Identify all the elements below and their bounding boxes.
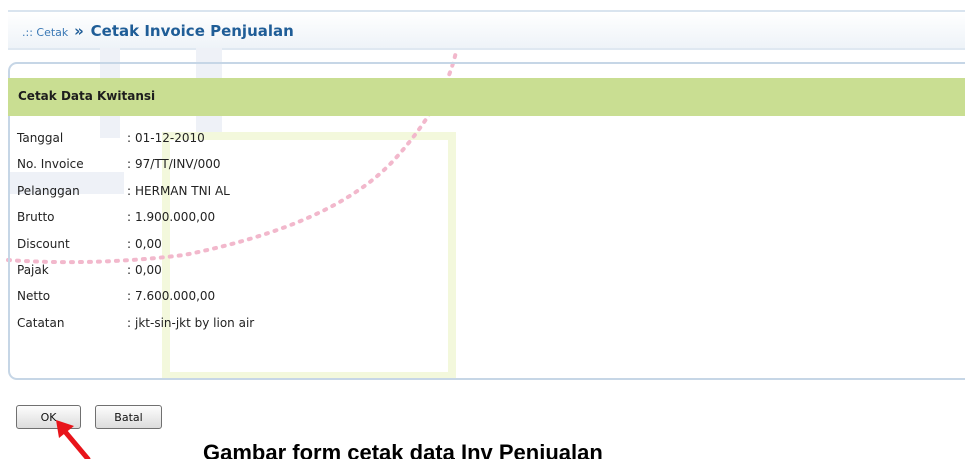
field-value: HERMAN TNI AL (135, 183, 230, 198)
field-value: 7.600.000,00 (135, 289, 216, 304)
field-value: 97/TT/INV/000 (135, 157, 221, 172)
panel-title: Cetak Data Kwitansi (18, 89, 156, 103)
field-label: Pelanggan (17, 183, 80, 198)
breadcrumb: .:: Cetak » Cetak Invoice Penjualan (22, 22, 294, 40)
arrow-icon (56, 420, 91, 459)
field-value: 01-12-2010 (135, 131, 205, 145)
panel-header: Cetak Data Kwitansi (8, 78, 965, 116)
field-label: Tanggal (17, 131, 64, 145)
breadcrumb-separator: » (74, 22, 84, 40)
batal-button[interactable]: Batal (95, 405, 162, 429)
field-label: Netto (17, 289, 51, 304)
field-value: jkt-sin-jkt by lion air (135, 315, 255, 330)
field-label: Brutto (17, 210, 55, 225)
field-label: Discount (17, 236, 70, 251)
page-title: Cetak Invoice Penjualan (90, 22, 294, 40)
field-value: 1.900.000,00 (135, 210, 216, 225)
breadcrumb-parent[interactable]: .:: Cetak (22, 26, 68, 39)
figure-caption: Gambar form cetak data Inv Penjualan (203, 440, 603, 459)
field-value: 0,00 (135, 236, 162, 251)
field-value: 0,00 (135, 262, 162, 277)
field-label: Pajak (17, 262, 49, 277)
page-header: .:: Cetak » Cetak Invoice Penjualan (8, 10, 965, 50)
field-label: Catatan (17, 315, 65, 330)
field-label: No. Invoice (17, 157, 84, 172)
